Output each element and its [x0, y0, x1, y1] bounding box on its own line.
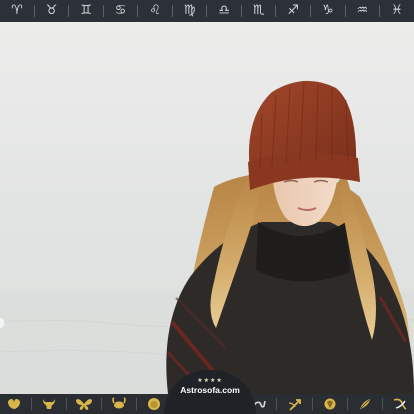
- divider: [379, 5, 381, 17]
- ram-horns-icon[interactable]: [4, 396, 24, 412]
- zodiac-nav-bar: ♈︎ ♉︎ ♊︎ ♋︎ ♌︎ ♍︎ ♎︎ ♏︎ ♐︎ ♑︎ ♒︎ ♓︎: [0, 0, 414, 22]
- crab-icon[interactable]: [109, 396, 129, 412]
- bull-head-icon[interactable]: [39, 396, 59, 412]
- divider: [310, 5, 312, 17]
- divider: [276, 398, 278, 410]
- woman-portrait-illustration: [0, 22, 414, 394]
- bow-arrow-icon[interactable]: [285, 396, 305, 412]
- divider: [275, 5, 277, 17]
- aries-icon[interactable]: ♈︎: [6, 0, 28, 22]
- divider: [137, 5, 139, 17]
- libra-icon[interactable]: ♎︎: [213, 0, 235, 22]
- fish-icon[interactable]: [390, 396, 410, 412]
- scorpio-icon[interactable]: ♏︎: [248, 0, 270, 22]
- aquarius-icon[interactable]: ♒︎: [351, 0, 373, 22]
- goat-icon[interactable]: [320, 396, 340, 412]
- divider: [240, 5, 242, 17]
- divider: [136, 398, 138, 410]
- divider: [31, 398, 33, 410]
- hero-photo: [0, 22, 414, 394]
- divider: [102, 5, 104, 17]
- divider: [171, 5, 173, 17]
- divider: [68, 5, 70, 17]
- divider: [344, 5, 346, 17]
- logo-stars: ★★★★: [197, 377, 223, 384]
- cancer-icon[interactable]: ♋︎: [110, 0, 132, 22]
- divider: [101, 398, 103, 410]
- divider: [381, 398, 383, 410]
- logo-text: Astrosofa.com: [180, 385, 240, 395]
- divider: [206, 5, 208, 17]
- sagittarius-icon[interactable]: ♐︎: [282, 0, 304, 22]
- gemini-icon[interactable]: ♊︎: [75, 0, 97, 22]
- taurus-icon[interactable]: ♉︎: [41, 0, 63, 22]
- butterfly-icon[interactable]: [74, 396, 94, 412]
- virgo-icon[interactable]: ♍︎: [179, 0, 201, 22]
- divider: [346, 398, 348, 410]
- pisces-icon[interactable]: ♓︎: [386, 0, 408, 22]
- divider: [33, 5, 35, 17]
- divider: [311, 398, 313, 410]
- capricorn-icon[interactable]: ♑︎: [317, 0, 339, 22]
- lion-icon[interactable]: [144, 396, 164, 412]
- water-wave-icon[interactable]: [355, 396, 375, 412]
- divider: [66, 398, 68, 410]
- leo-icon[interactable]: ♌︎: [144, 0, 166, 22]
